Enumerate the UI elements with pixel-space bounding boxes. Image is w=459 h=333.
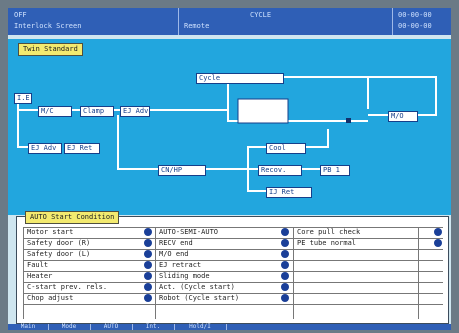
node-cn-hp[interactable]: CN/HP (158, 165, 206, 176)
status-dot (281, 261, 289, 269)
header-cycle: CYCLE (250, 11, 272, 19)
cond-mo-end: M/O end (159, 250, 189, 258)
status-dot (281, 294, 289, 302)
node-ej-adv-left[interactable]: EJ Adv (28, 143, 62, 154)
cond-fault: Fault (27, 261, 49, 269)
status-dot (434, 239, 442, 247)
status-dot (144, 228, 152, 236)
table-row (23, 304, 443, 316)
status-dot (144, 283, 152, 291)
line-cnhp-cool (204, 146, 266, 170)
node-mo[interactable]: M/O (388, 111, 418, 122)
cond-ej-retract: EJ retract (159, 261, 202, 269)
footer-int-button[interactable]: Int. (132, 324, 175, 330)
cond-core-pull-check: Core pull check (297, 228, 361, 236)
status-dot (434, 228, 442, 236)
line-mo-return (368, 76, 437, 116)
status-dot (144, 261, 152, 269)
cond-chop-adjust: Chop adjust (27, 294, 74, 302)
auto-start-panel: AUTO Start Condition Motor start Safety … (16, 211, 449, 324)
header-left-cell: OFF Interlock Screen (8, 8, 179, 35)
status-dot (281, 228, 289, 236)
connector-lines (17, 76, 437, 192)
cond-cstart-prev-rels: C-start prev. rels. (27, 283, 108, 291)
status-dot (144, 250, 152, 258)
header-time-1: 00-00-00 (398, 11, 432, 19)
status-dot (281, 283, 289, 291)
status-dot (281, 239, 289, 247)
header-remote: Remote (184, 22, 210, 30)
footer-hold-button[interactable]: Hold/I (174, 324, 227, 330)
screen-frame: OFF Interlock Screen CYCLE Remote 00-00-… (0, 0, 459, 333)
status-dot (144, 272, 152, 280)
junction-marker (346, 118, 351, 123)
header-mode: OFF (14, 11, 27, 19)
cond-robot-cycle-start: Robot (Cycle start) (159, 294, 240, 302)
node-recov[interactable]: Recov. (258, 165, 302, 176)
node-cool[interactable]: Cool (266, 143, 306, 154)
footer-auto-button[interactable]: AUTO (90, 324, 133, 330)
status-dot (144, 294, 152, 302)
line-to-ejadv-left (17, 110, 28, 148)
node-ej-ret-left[interactable]: EJ Ret (64, 143, 100, 154)
line-to-cnhp (117, 115, 158, 170)
auto-start-table: Motor start Safety door (R) Safety door … (23, 227, 443, 319)
status-dot (144, 239, 152, 247)
cond-pe-tube-normal: PE tube normal (297, 239, 357, 247)
node-ej-adv-top[interactable]: EJ Adv (120, 106, 150, 117)
header-screen-name: Interlock Screen (14, 22, 82, 30)
node-mc[interactable]: M/C (38, 106, 72, 117)
diagram-lines (17, 76, 437, 192)
node-ij-ret[interactable]: IJ Ret (266, 187, 312, 198)
cond-motor-start: Motor start (27, 228, 74, 236)
header-time-2: 00-00-00 (398, 22, 432, 30)
node-pb1[interactable]: PB 1 (320, 165, 350, 176)
interlock-diagram: Twin Standard Cycle I.E M/C Clamp EJ Adv… (8, 39, 451, 215)
empty-panel-box (237, 98, 289, 124)
cond-heater: Heater (27, 272, 53, 280)
node-ie[interactable]: I.E (14, 93, 32, 104)
function-bar: Main Mode AUTO Int. Hold/I (8, 324, 451, 330)
cond-act-cycle-start: Act. (Cycle start) (159, 283, 235, 291)
node-cycle[interactable]: Cycle (196, 73, 284, 84)
cond-safety-door-l: Safety door (L) (27, 250, 91, 258)
header-right-cell: 00-00-00 00-00-00 (392, 8, 451, 35)
node-clamp[interactable]: Clamp (80, 106, 114, 117)
cond-sliding-mode: Sliding mode (159, 272, 210, 280)
cond-safety-door-r: Safety door (R) (27, 239, 91, 247)
display-area: OFF Interlock Screen CYCLE Remote 00-00-… (8, 8, 451, 330)
footer-main-button[interactable]: Main (8, 324, 49, 330)
cond-recv-end: RECV end (159, 239, 193, 247)
status-header: OFF Interlock Screen CYCLE Remote 00-00-… (8, 8, 451, 35)
auto-start-title: AUTO Start Condition (25, 211, 120, 224)
status-dot (281, 250, 289, 258)
footer-mode-button[interactable]: Mode (48, 324, 91, 330)
cond-auto-semi-auto: AUTO-SEMI-AUTO (159, 228, 219, 236)
header-mid-cell: CYCLE Remote (178, 8, 393, 35)
status-dot (281, 272, 289, 280)
